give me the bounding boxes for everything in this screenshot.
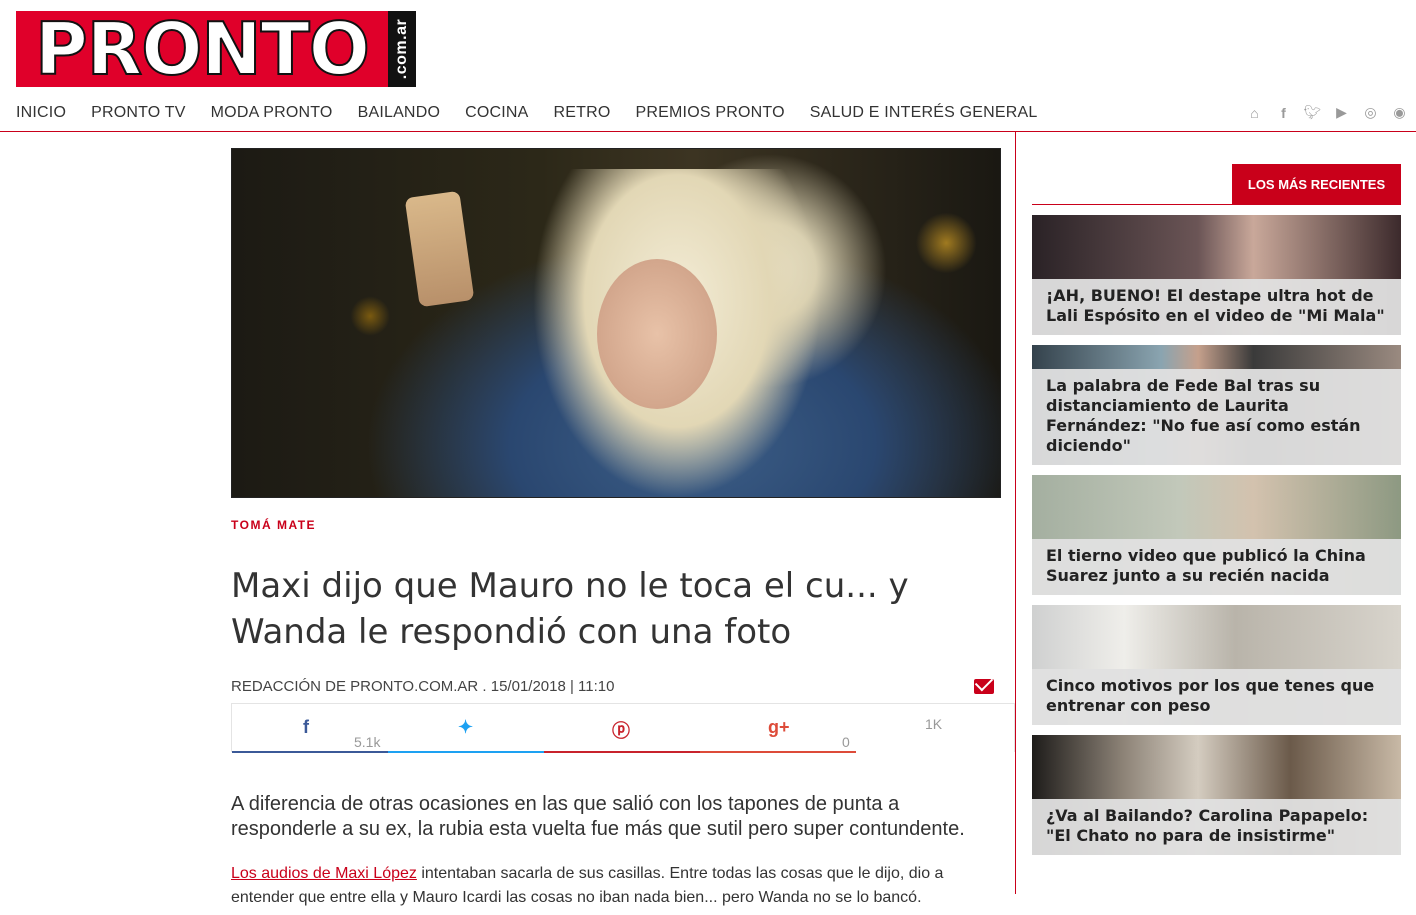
- article-section[interactable]: TOMÁ MATE: [231, 518, 316, 532]
- facebook-share-count: 5.1k: [354, 734, 381, 750]
- sidebar-item-title: El tierno video que publicó la China Sua…: [1032, 539, 1401, 595]
- share-bar: f 5.1k ✦ ⓟ g+ 0 1K: [231, 703, 1016, 753]
- header-divider: [0, 131, 1416, 132]
- nav-item-moda-pronto[interactable]: MODA PRONTO: [211, 104, 333, 122]
- sidebar-divider: [1032, 204, 1401, 205]
- article-byline: REDACCIÓN DE PRONTO.COM.AR . 15/01/2018 …: [231, 678, 615, 695]
- facebook-icon[interactable]: f: [1275, 104, 1292, 121]
- instagram-icon[interactable]: ◎: [1362, 104, 1379, 121]
- facebook-icon: f: [303, 717, 309, 737]
- article-lead: A diferencia de otras ocasiones en las q…: [231, 793, 965, 840]
- logo-domain: .com.ar: [388, 11, 416, 87]
- nav-item-bailando[interactable]: BAILANDO: [358, 104, 441, 122]
- sidebar-item-2[interactable]: La palabra de Fede Bal tras su distancia…: [1032, 345, 1401, 465]
- sidebar-item-1[interactable]: ¡AH, BUENO! El destape ultra hot de Lali…: [1032, 215, 1401, 335]
- site-logo[interactable]: PRONTO .com.ar: [16, 10, 416, 88]
- youtube-icon[interactable]: ▶: [1333, 104, 1350, 121]
- email-share-icon[interactable]: [974, 679, 994, 694]
- sidebar-item-3[interactable]: El tierno video que publicó la China Sua…: [1032, 475, 1401, 595]
- nav-item-premios-pronto[interactable]: PREMIOS PRONTO: [636, 104, 785, 122]
- pinterest-icon: ⓟ: [612, 721, 630, 741]
- nav-item-salud[interactable]: SALUD E INTERÉS GENERAL: [810, 104, 1038, 122]
- googleplus-share-button[interactable]: g+ 0: [700, 704, 856, 753]
- total-share-count: 1K: [925, 716, 943, 732]
- googleplus-icon: g+: [768, 717, 790, 737]
- nav-item-retro[interactable]: RETRO: [554, 104, 611, 122]
- article-paragraph: Los audios de Maxi López intentaban saca…: [231, 862, 1001, 910]
- twitter-icon[interactable]: 🐦︎: [1304, 104, 1322, 121]
- nav-item-inicio[interactable]: INICIO: [16, 104, 66, 122]
- sidebar-item-title: ¿Va al Bailando? Carolina Papapelo: "El …: [1032, 799, 1401, 855]
- facebook-share-button[interactable]: f 5.1k: [232, 704, 388, 753]
- rss-icon[interactable]: ◉: [1391, 104, 1408, 121]
- article-title: Maxi dijo que Mauro no le toca el cu... …: [231, 566, 909, 652]
- article-hero-image: [231, 148, 1001, 498]
- column-divider: [1015, 132, 1016, 894]
- sidebar-item-title: La palabra de Fede Bal tras su distancia…: [1032, 369, 1401, 465]
- hero-phone: [404, 190, 475, 308]
- twitter-icon: ✦: [458, 717, 474, 737]
- home-icon[interactable]: ⌂: [1246, 104, 1263, 121]
- sidebar-item-title: Cinco motivos por los que tenes que entr…: [1032, 669, 1401, 725]
- hero-face: [597, 259, 717, 409]
- audios-link[interactable]: Los audios de Maxi López: [231, 865, 417, 882]
- logo-wordmark: PRONTO: [16, 10, 388, 88]
- sidebar-item-5[interactable]: ¿Va al Bailando? Carolina Papapelo: "El …: [1032, 735, 1401, 855]
- nav-item-cocina[interactable]: COCINA: [465, 104, 528, 122]
- main-nav: INICIO PRONTO TV MODA PRONTO BAILANDO CO…: [16, 104, 1063, 122]
- total-shares: 1K: [856, 704, 1016, 753]
- twitter-share-button[interactable]: ✦: [388, 704, 544, 753]
- sidebar-tab-recent[interactable]: LOS MÁS RECIENTES: [1232, 164, 1401, 204]
- pinterest-share-button[interactable]: ⓟ: [544, 704, 700, 753]
- googleplus-share-count: 0: [842, 734, 850, 750]
- sidebar-item-4[interactable]: Cinco motivos por los que tenes que entr…: [1032, 605, 1401, 725]
- nav-item-pronto-tv[interactable]: PRONTO TV: [91, 104, 186, 122]
- sidebar-item-title: ¡AH, BUENO! El destape ultra hot de Lali…: [1032, 279, 1401, 335]
- social-links: ⌂ f 🐦︎ ▶ ◎ ◉: [1246, 104, 1408, 121]
